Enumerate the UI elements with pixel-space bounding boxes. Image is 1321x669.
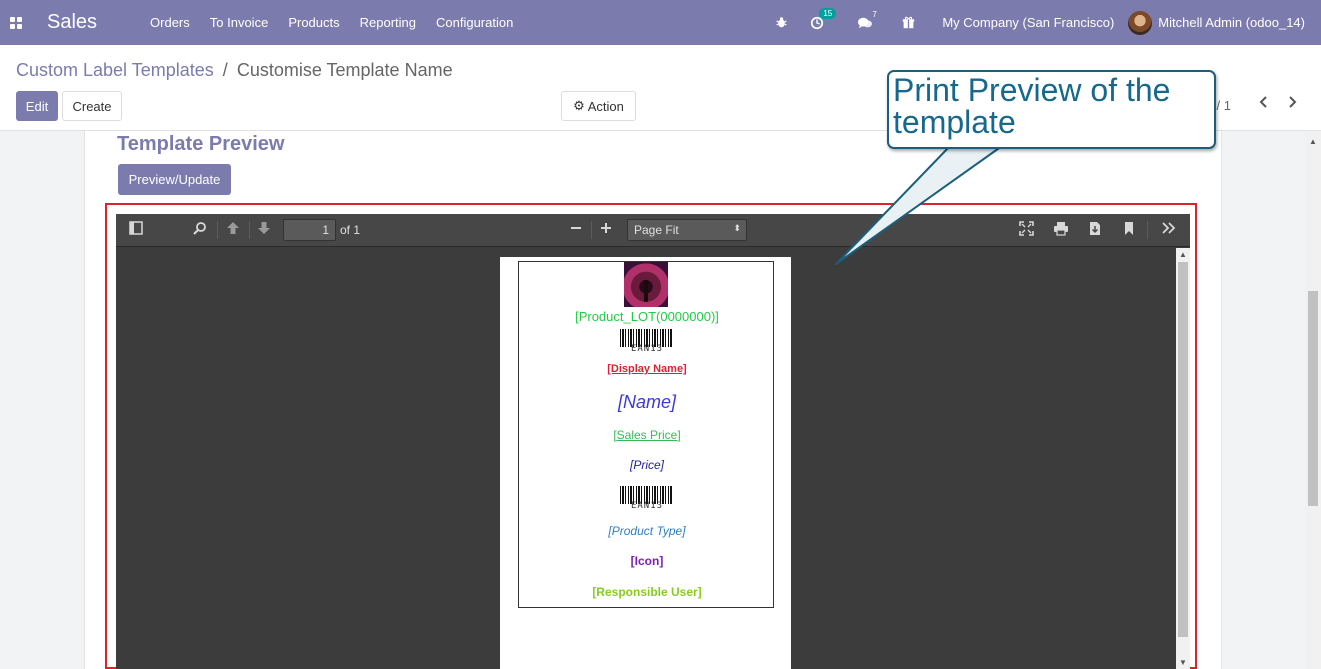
gear-icon: ⚙ [573, 98, 585, 113]
price-field: [Price] [629, 458, 664, 472]
page-number-input[interactable]: 1 [283, 219, 336, 241]
pdf-page: [Product_LOT(0000000)] EAN13 [Display Na… [500, 257, 791, 669]
messages-icon[interactable]: 7 [857, 10, 877, 30]
responsible-user-field: [Responsible User] [592, 585, 702, 599]
barcode-2-text: EAN13 [630, 501, 664, 511]
pager-previous-icon[interactable] [1259, 95, 1269, 111]
messages-count: 7 [872, 9, 877, 19]
user-menu[interactable]: Mitchell Admin (odoo_14) [1128, 10, 1305, 35]
select-caret-icon: ⬍ [733, 223, 741, 233]
previous-page-icon[interactable] [226, 221, 240, 238]
zoom-value: Page Fit [634, 223, 679, 237]
create-button[interactable]: Create [62, 91, 122, 121]
barcode-1-text: EAN13 [630, 344, 664, 354]
download-icon[interactable] [1088, 221, 1102, 239]
display-name-field: [Display Name] [607, 363, 687, 375]
product-type-field: [Product Type] [608, 524, 686, 538]
activity-badge: 15 [819, 7, 837, 19]
pager-next-icon[interactable] [1287, 95, 1297, 111]
print-icon[interactable] [1053, 221, 1069, 239]
company-switcher[interactable]: My Company (San Francisco) [942, 15, 1114, 30]
zoom-out-icon[interactable] [570, 221, 582, 238]
breadcrumb-parent[interactable]: Custom Label Templates [16, 60, 214, 80]
viewer-scrollbar-thumb[interactable] [1178, 262, 1188, 637]
page-total: of 1 [340, 223, 361, 237]
bug-icon[interactable] [775, 16, 788, 29]
zoom-in-icon[interactable] [600, 221, 612, 238]
activity-clock-icon[interactable]: 15 [810, 7, 837, 30]
bookmark-icon[interactable] [1123, 221, 1135, 239]
avatar [1128, 10, 1153, 35]
menu-to-invoice[interactable]: To Invoice [200, 15, 279, 30]
app-name[interactable]: Sales [47, 11, 97, 34]
page-scrollbar[interactable]: ▲ [1305, 131, 1321, 669]
viewer-scroll-up-icon[interactable]: ▲ [1179, 250, 1187, 259]
menu-reporting[interactable]: Reporting [350, 15, 426, 30]
preview-update-button[interactable]: Preview/Update [118, 164, 231, 195]
breadcrumb: Custom Label Templates / Customise Templ… [16, 60, 453, 81]
viewer-scroll-down-icon[interactable]: ▼ [1179, 658, 1187, 667]
gift-icon[interactable] [902, 16, 915, 29]
sidebar-toggle-icon[interactable] [129, 221, 143, 238]
product-lot-field: [Product_LOT(0000000)] [575, 309, 719, 324]
edit-button[interactable]: Edit [16, 91, 58, 121]
pdf-toolbar: 1 of 1 Page Fit ⬍ [116, 214, 1190, 247]
sales-price-field: [Sales Price] [613, 428, 681, 442]
icon-field: [Icon] [630, 554, 664, 568]
callout-text: Print Preview of the template [893, 72, 1171, 140]
page-scrollbar-thumb[interactable] [1308, 291, 1318, 506]
pdf-viewer: 1 of 1 Page Fit ⬍ [Product_LOT(0000000)]… [116, 214, 1190, 669]
section-title: Template Preview [117, 133, 285, 155]
menu-products[interactable]: Products [278, 15, 349, 30]
callout-box: Print Preview of the template [887, 70, 1216, 149]
viewer-scrollbar[interactable]: ▲ ▼ [1176, 248, 1190, 669]
more-tools-icon[interactable] [1162, 221, 1176, 238]
top-navbar: Sales Orders To Invoice Products Reporti… [0, 0, 1321, 45]
zoom-select[interactable]: Page Fit ⬍ [627, 219, 747, 241]
menu-orders[interactable]: Orders [140, 15, 200, 30]
breadcrumb-separator: / [222, 60, 228, 80]
menu-configuration[interactable]: Configuration [426, 15, 523, 30]
action-label: Action [587, 98, 624, 114]
search-icon[interactable] [193, 221, 207, 238]
label-preview: [Product_LOT(0000000)] EAN13 [Display Na… [518, 261, 774, 608]
product-image [624, 262, 668, 307]
name-field: [Name] [617, 392, 677, 412]
user-name: Mitchell Admin (odoo_14) [1158, 15, 1305, 30]
next-page-icon[interactable] [257, 221, 271, 238]
apps-menu-icon[interactable] [0, 0, 32, 45]
action-button[interactable]: ⚙ Action [561, 91, 636, 121]
fullscreen-icon[interactable] [1019, 221, 1034, 239]
breadcrumb-current: Customise Template Name [236, 60, 453, 80]
scroll-up-icon[interactable]: ▲ [1309, 137, 1317, 146]
